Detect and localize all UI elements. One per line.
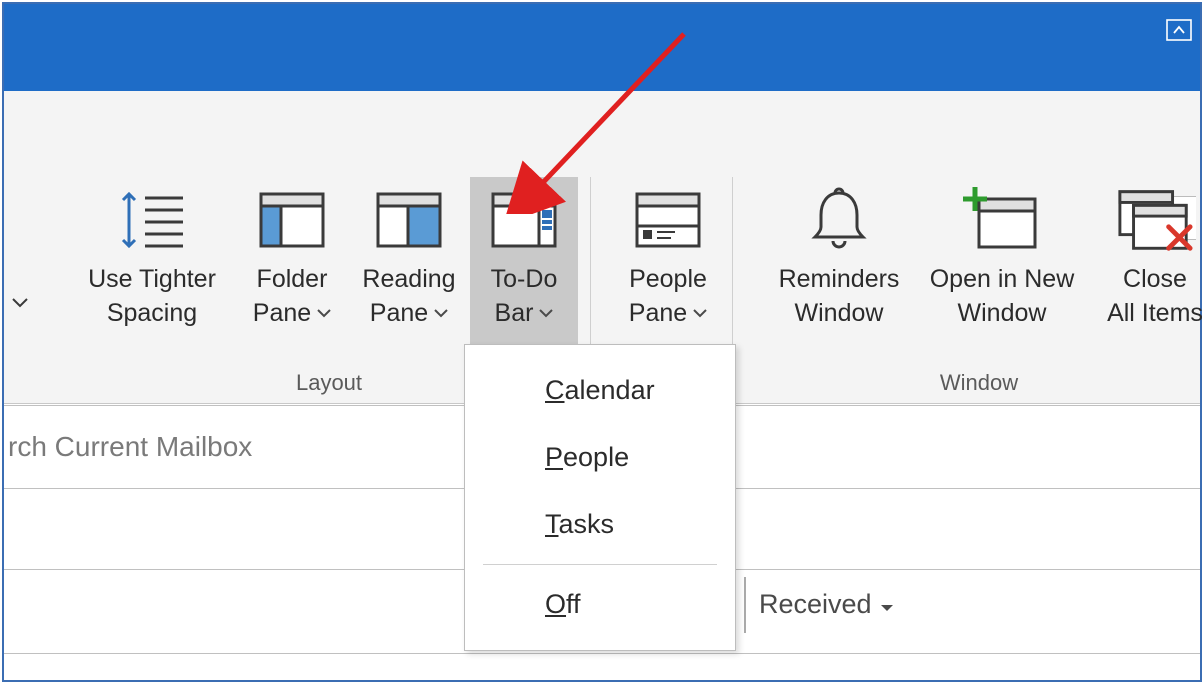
group-label-window: Window (744, 370, 1204, 396)
open-in-new-window-button[interactable]: Open in New Window (914, 177, 1090, 353)
button-label-line2: Window (795, 297, 884, 331)
button-label-line1: Folder (257, 263, 328, 297)
chevron-down-icon (693, 309, 707, 319)
use-tighter-spacing-button[interactable]: Use Tighter Spacing (68, 177, 236, 353)
reading-pane-icon (374, 190, 444, 250)
column-label: Received (759, 589, 872, 620)
search-placeholder: rch Current Mailbox (8, 431, 252, 463)
button-label-line2: All Items (1107, 297, 1203, 331)
chevron-down-icon (539, 309, 553, 319)
sort-indicator-icon (880, 589, 894, 620)
button-label-line1: Close (1123, 263, 1187, 297)
ribbon-group-window: Reminders Window (744, 91, 1204, 404)
button-label-line2: Window (958, 297, 1047, 331)
tighter-spacing-icon (117, 188, 187, 252)
button-label-line1: Open in New (930, 263, 1075, 297)
previous-group-dropdown[interactable] (8, 291, 32, 315)
folder-pane-icon (257, 190, 327, 250)
button-label-line1: To-Do (491, 263, 558, 297)
column-separator (744, 577, 746, 633)
todo-bar-icon (489, 190, 559, 250)
close-windows-icon (1116, 187, 1194, 253)
chevron-down-icon (317, 309, 331, 319)
received-column-header[interactable]: Received (759, 589, 894, 620)
title-bar (4, 4, 1200, 91)
reminders-window-button[interactable]: Reminders Window (764, 177, 914, 353)
button-label-line2: Pane (629, 297, 687, 331)
people-pane-button[interactable]: People Pane (610, 177, 726, 353)
collapse-ribbon-button[interactable] (1164, 16, 1194, 44)
bell-icon (807, 185, 871, 255)
todo-bar-button[interactable]: To-Do Bar (470, 177, 578, 353)
menu-item-tasks[interactable]: Tasks (465, 491, 735, 558)
new-window-icon (963, 187, 1041, 253)
button-label-line2: Spacing (107, 297, 197, 331)
app-frame: Use Tighter Spacing Folder (2, 2, 1202, 682)
button-label-line1: Reading (362, 263, 455, 297)
close-all-items-button[interactable]: Close All Items (1090, 177, 1204, 353)
todo-bar-dropdown-menu: Calendar People Tasks Off (464, 344, 736, 651)
button-label-line2: Pane (370, 297, 428, 331)
button-label-line1: People (629, 263, 707, 297)
chevron-down-icon (434, 309, 448, 319)
menu-separator (483, 564, 717, 565)
folder-pane-button[interactable]: Folder Pane (236, 177, 348, 353)
button-label-line2: Pane (253, 297, 311, 331)
button-label-line2: Bar (495, 297, 534, 331)
menu-item-calendar[interactable]: Calendar (465, 357, 735, 424)
people-pane-icon (633, 190, 703, 250)
button-label-line1: Reminders (779, 263, 900, 297)
button-label-line1: Use Tighter (88, 263, 216, 297)
menu-item-people[interactable]: People (465, 424, 735, 491)
reading-pane-button[interactable]: Reading Pane (348, 177, 470, 353)
menu-item-off[interactable]: Off (465, 571, 735, 638)
